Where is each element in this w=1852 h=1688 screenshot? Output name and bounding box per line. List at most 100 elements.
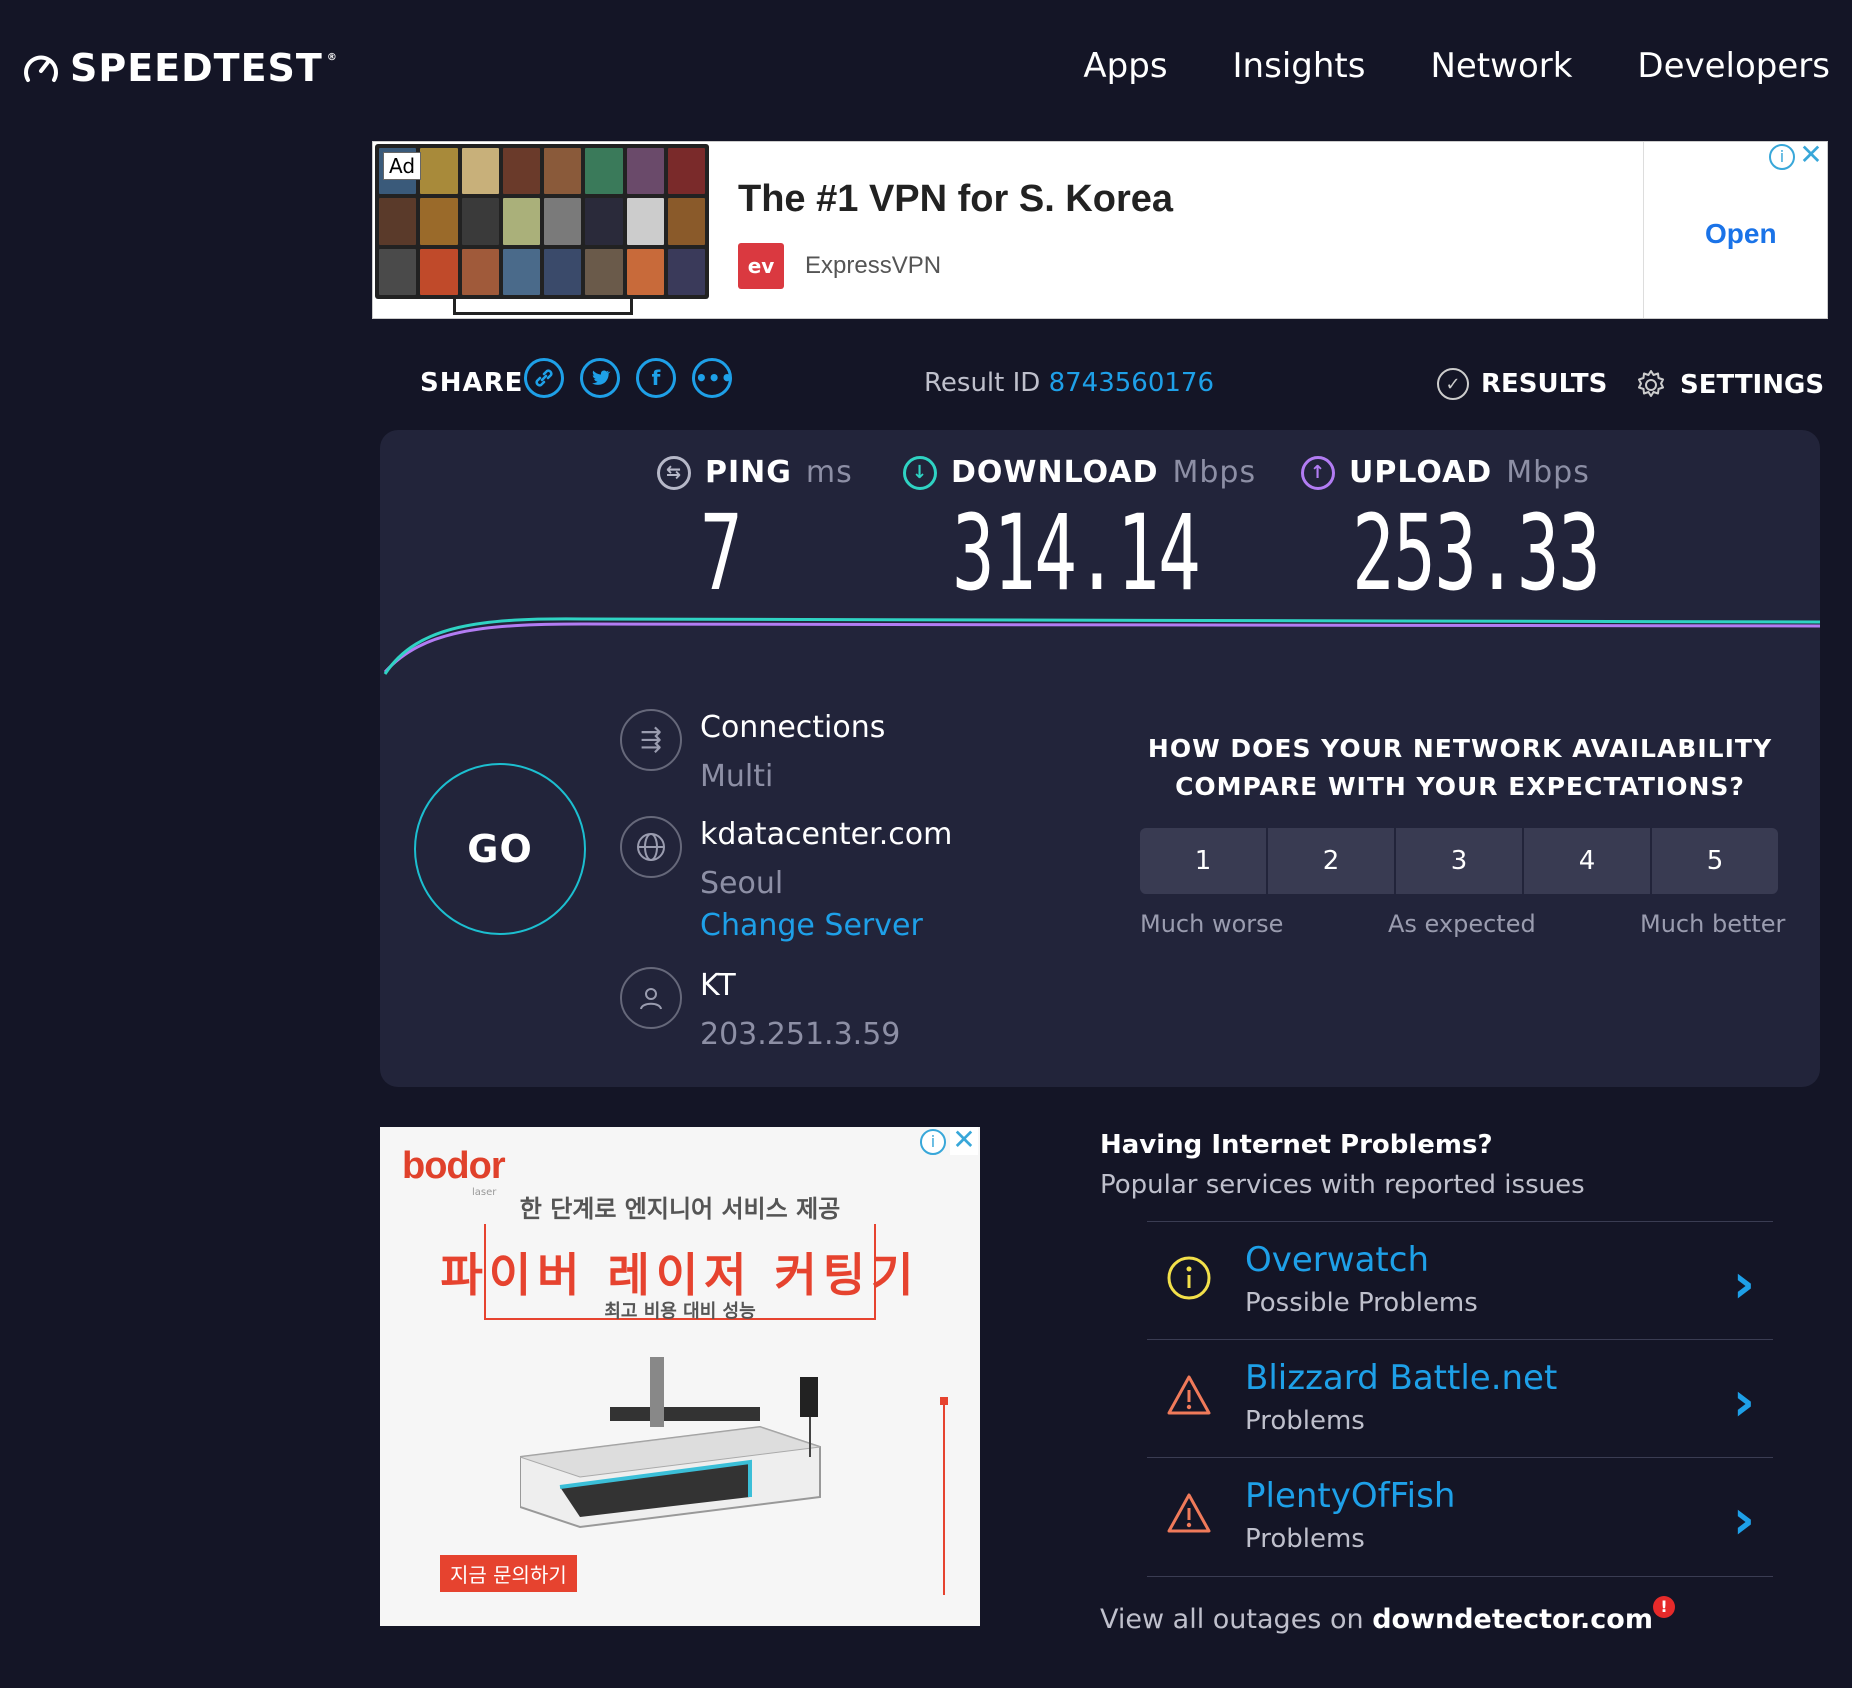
top-ad-banner[interactable]: Ad The #1 VPN for S. Korea ev ExpressVPN… bbox=[372, 141, 1828, 319]
speedometer-icon bbox=[24, 55, 58, 82]
problems-title: Having Internet Problems? bbox=[1100, 1130, 1493, 1160]
results-button[interactable]: ✓ RESULTS bbox=[1437, 368, 1607, 400]
facebook-icon[interactable]: f bbox=[636, 358, 676, 398]
gear-icon bbox=[1638, 370, 1664, 397]
brand-name: SPEEDTEST bbox=[70, 46, 323, 90]
info-icon bbox=[1167, 1256, 1211, 1300]
nav-developers[interactable]: Developers bbox=[1637, 46, 1830, 86]
user-icon bbox=[620, 967, 682, 1029]
check-icon: ✓ bbox=[1437, 368, 1469, 400]
problems-divider bbox=[1147, 1576, 1773, 1577]
nav-insights[interactable]: Insights bbox=[1233, 46, 1366, 86]
download-unit: Mbps bbox=[1172, 455, 1257, 490]
chevron-right-icon[interactable]: › bbox=[1733, 1488, 1755, 1551]
rating-option-2[interactable]: 2 bbox=[1268, 828, 1394, 894]
ad-line1: 한 단계로 엔지니어 서비스 제공 bbox=[519, 1195, 841, 1223]
upload-graph-line bbox=[383, 622, 1820, 674]
trademark: ® bbox=[326, 52, 338, 63]
ad-line3: 최고 비용 대비 성능 bbox=[604, 1301, 756, 1322]
main-nav: Apps Insights Network Developers bbox=[1083, 46, 1830, 86]
link-icon[interactable] bbox=[524, 358, 564, 398]
result-id-link[interactable]: 8743560176 bbox=[1049, 368, 1214, 398]
connections-label: Connections bbox=[700, 710, 886, 745]
globe-icon bbox=[620, 816, 682, 878]
warning-icon bbox=[1167, 1493, 1211, 1533]
ping-unit: ms bbox=[805, 455, 853, 490]
settings-button[interactable]: SETTINGS bbox=[1634, 368, 1824, 402]
ad-badge: Ad bbox=[383, 152, 422, 180]
results-label: RESULTS bbox=[1481, 369, 1608, 399]
ad-info-icon[interactable]: i bbox=[920, 1129, 946, 1155]
more-icon[interactable]: ••• bbox=[692, 358, 733, 398]
nav-apps[interactable]: Apps bbox=[1083, 46, 1167, 86]
ping-label: PING bbox=[705, 455, 792, 490]
ad-inquire-button[interactable]: 지금 문의하기 bbox=[440, 1555, 577, 1592]
rating-scale: 1 2 3 4 5 bbox=[1140, 828, 1778, 894]
upload-icon: ↑ bbox=[1301, 455, 1335, 490]
rating-option-3[interactable]: 3 bbox=[1396, 828, 1522, 894]
ad-line2: 파이버 레이저 커팅기 bbox=[440, 1248, 920, 1302]
nav-network[interactable]: Network bbox=[1430, 46, 1572, 86]
download-icon: ↓ bbox=[903, 455, 937, 490]
expressvpn-logo: ev bbox=[738, 243, 784, 289]
problem-status: Problems bbox=[1245, 1524, 1365, 1554]
ad-title[interactable]: The #1 VPN for S. Korea bbox=[738, 178, 1173, 221]
speed-graph bbox=[383, 617, 1820, 675]
upload-unit: Mbps bbox=[1506, 455, 1590, 490]
rating-option-4[interactable]: 4 bbox=[1524, 828, 1650, 894]
ad-marker bbox=[940, 1397, 948, 1405]
bodor-logo: bodor bbox=[402, 1145, 506, 1187]
ip-address: 203.251.3.59 bbox=[700, 1017, 901, 1052]
problem-name[interactable]: Overwatch bbox=[1245, 1240, 1429, 1280]
download-label: DOWNLOAD bbox=[951, 455, 1159, 490]
problem-status: Problems bbox=[1245, 1406, 1365, 1436]
download-value: 314.14 bbox=[952, 492, 1201, 614]
view-all-prefix: View all outages on bbox=[1100, 1604, 1364, 1635]
result-id-label: Result ID bbox=[924, 368, 1041, 398]
problem-row-plentyoffish[interactable]: PlentyOfFish Problems › bbox=[1147, 1457, 1773, 1575]
ad-marker-line bbox=[943, 1405, 945, 1595]
chevron-right-icon[interactable]: › bbox=[1733, 1370, 1755, 1433]
view-all-outages: View all outages on downdetector.com bbox=[1100, 1604, 1653, 1635]
rating-option-1[interactable]: 1 bbox=[1140, 828, 1266, 894]
connections-icon: ⇶ bbox=[620, 709, 682, 771]
downdetector-badge-icon: ! bbox=[1653, 1596, 1675, 1618]
server-city: Seoul bbox=[700, 866, 784, 901]
ad-open-button[interactable]: Open bbox=[1705, 218, 1777, 250]
ad-divider bbox=[1643, 142, 1644, 318]
laser-cutter-image bbox=[520, 1357, 821, 1529]
ad-brand[interactable]: ExpressVPN bbox=[805, 252, 941, 280]
ping-header: ⇆ PING ms bbox=[657, 455, 853, 490]
ad-close-icon[interactable]: ✕ bbox=[1797, 141, 1825, 170]
survey-question-line1: HOW DOES YOUR NETWORK AVAILABILITY bbox=[1147, 734, 1773, 763]
change-server-link[interactable]: Change Server bbox=[700, 908, 923, 943]
problems-subtitle: Popular services with reported issues bbox=[1100, 1170, 1585, 1200]
ping-value: 7 bbox=[700, 492, 743, 614]
ad-tv-stand bbox=[453, 299, 633, 315]
download-graph-line bbox=[383, 617, 1820, 675]
downdetector-link[interactable]: downdetector.com bbox=[1372, 1604, 1653, 1635]
rating-label-high: Much better bbox=[1640, 910, 1786, 938]
server-host: kdatacenter.com bbox=[700, 817, 953, 852]
speedtest-logo[interactable]: SPEEDTEST ® bbox=[22, 46, 338, 90]
ad-tv-image: Ad bbox=[375, 144, 709, 299]
isp-name: KT bbox=[700, 968, 736, 1003]
upload-label: UPLOAD bbox=[1349, 455, 1493, 490]
go-button[interactable]: GO bbox=[414, 763, 586, 935]
bottom-ad-banner[interactable]: bodor laser 한 단계로 엔지니어 서비스 제공 파이버 레이저 커팅… bbox=[380, 1127, 980, 1626]
share-label: SHARE bbox=[420, 368, 524, 398]
problem-name[interactable]: PlentyOfFish bbox=[1245, 1476, 1455, 1516]
chevron-right-icon[interactable]: › bbox=[1733, 1252, 1755, 1315]
upload-header: ↑ UPLOAD Mbps bbox=[1301, 455, 1590, 490]
upload-value: 253.33 bbox=[1352, 492, 1601, 614]
rating-option-5[interactable]: 5 bbox=[1652, 828, 1778, 894]
ping-icon: ⇆ bbox=[657, 455, 691, 490]
connections-value: Multi bbox=[700, 759, 774, 794]
ad-info-icon[interactable]: i bbox=[1769, 144, 1795, 170]
rating-label-mid: As expected bbox=[1388, 910, 1536, 938]
problem-name[interactable]: Blizzard Battle.net bbox=[1245, 1358, 1557, 1398]
ad-close-icon[interactable]: ✕ bbox=[950, 1127, 978, 1155]
twitter-icon[interactable] bbox=[580, 358, 620, 398]
problem-row-overwatch[interactable]: Overwatch Possible Problems › bbox=[1147, 1221, 1773, 1339]
problem-row-blizzard[interactable]: Blizzard Battle.net Problems › bbox=[1147, 1339, 1773, 1457]
